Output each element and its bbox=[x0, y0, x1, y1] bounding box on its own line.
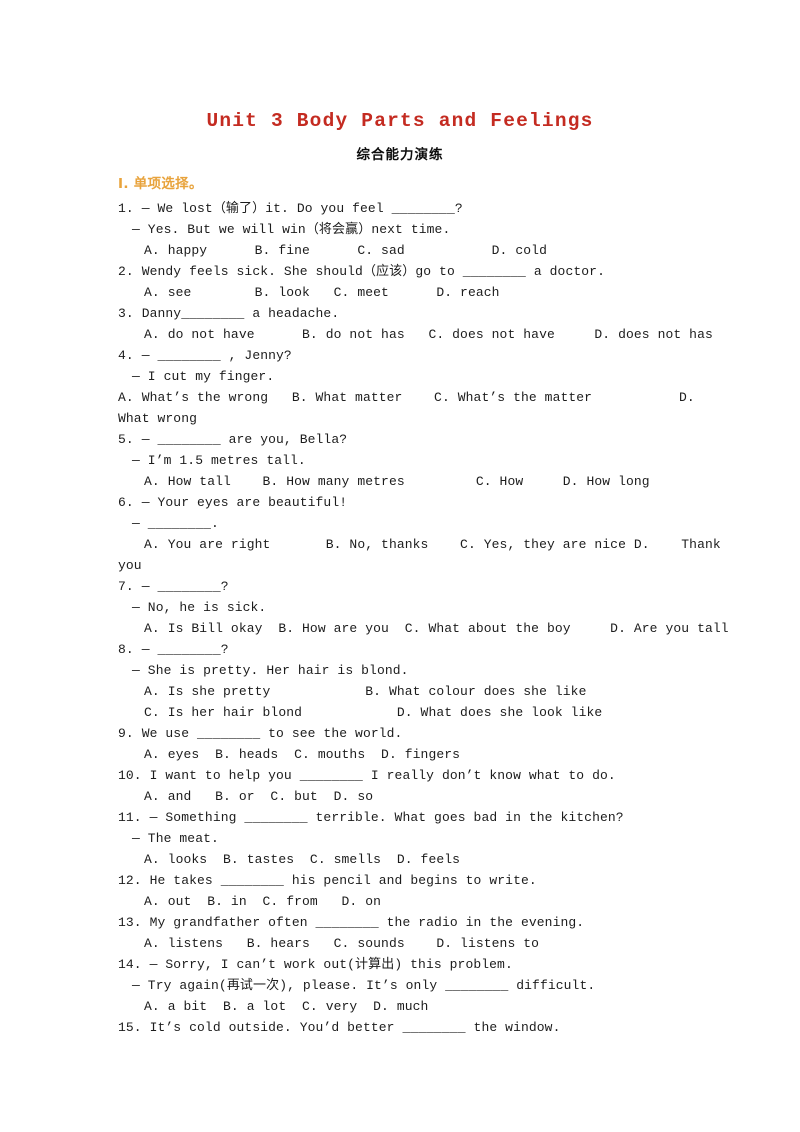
question-line: 14. — Sorry, I can’t work out(计算出) this … bbox=[118, 957, 513, 972]
question-line: — Yes. But we will win（将会赢）next time. bbox=[132, 222, 451, 237]
page-subtitle: 综合能力演练 bbox=[356, 147, 444, 163]
question-line: A. eyes B. heads C. mouths D. fingers bbox=[144, 747, 461, 762]
worksheet-page: Unit 3 Body Parts and Feelings 综合能力演练 I.… bbox=[0, 0, 800, 1132]
question-line: — The meat. bbox=[132, 831, 219, 846]
question-line: — No, he is sick. bbox=[132, 600, 267, 615]
question-line: you bbox=[118, 558, 142, 573]
question-line: A. out B. in C. from D. on bbox=[144, 894, 382, 909]
question-line: 11. — Something ________ terrible. What … bbox=[118, 810, 624, 825]
question-line: A. listens B. hears C. sounds D. listens… bbox=[144, 936, 540, 951]
question-line: A. see B. look C. meet D. reach bbox=[144, 285, 500, 300]
question-body: 1. — We lost（输了）it. Do you feel ________… bbox=[0, 195, 800, 1038]
question-line: 15. It’s cold outside. You’d better ____… bbox=[118, 1020, 561, 1035]
question-line: A. and B. or C. but D. so bbox=[144, 789, 374, 804]
question-line: What wrong bbox=[118, 411, 198, 426]
question-line: — I’m 1.5 metres tall. bbox=[132, 453, 306, 468]
question-line: A. Is Bill okay B. How are you C. What a… bbox=[144, 621, 729, 636]
question-line: A. happy B. fine C. sad D. cold bbox=[144, 243, 547, 258]
question-line: 3. Danny________ a headache. bbox=[118, 306, 340, 321]
question-line: 13. My grandfather often ________ the ra… bbox=[118, 915, 585, 930]
question-line: A. You are right B. No, thanks C. Yes, t… bbox=[144, 537, 721, 552]
question-line: — She is pretty. Her hair is blond. bbox=[132, 663, 409, 678]
question-line: 1. — We lost（输了）it. Do you feel ________… bbox=[118, 201, 463, 216]
question-line: 6. — Your eyes are beautiful! bbox=[118, 495, 348, 510]
question-line: A. What’s the wrong B. What matter C. Wh… bbox=[118, 390, 695, 405]
question-line: — Try again(再试一次), please. It’s only ___… bbox=[132, 978, 596, 993]
question-line: 7. — ________? bbox=[118, 579, 229, 594]
question-line: 10. I want to help you ________ I really… bbox=[118, 768, 616, 783]
question-line: A. looks B. tastes C. smells D. feels bbox=[144, 852, 461, 867]
question-line: 5. — ________ are you, Bella? bbox=[118, 432, 348, 447]
question-line: 8. — ________? bbox=[118, 642, 229, 657]
question-line: A. Is she pretty B. What colour does she… bbox=[144, 684, 587, 699]
question-line: A. How tall B. How many metres C. How D.… bbox=[144, 474, 650, 489]
question-line: 12. He takes ________ his pencil and beg… bbox=[118, 873, 537, 888]
section-heading-multiple-choice: I. 单项选择。 bbox=[118, 176, 203, 192]
question-line: C. Is her hair blond D. What does she lo… bbox=[144, 705, 603, 720]
question-line: 4. — ________ , Jenny? bbox=[118, 348, 292, 363]
page-title: Unit 3 Body Parts and Feelings bbox=[206, 110, 594, 132]
question-line: A. a bit B. a lot C. very D. much bbox=[144, 999, 429, 1014]
question-line: A. do not have B. do not has C. does not… bbox=[144, 327, 713, 342]
question-line: — I cut my finger. bbox=[132, 369, 275, 384]
question-line: 2. Wendy feels sick. She should（应该）go to… bbox=[118, 264, 605, 279]
question-line: — ________. bbox=[132, 516, 219, 531]
question-line: 9. We use ________ to see the world. bbox=[118, 726, 403, 741]
